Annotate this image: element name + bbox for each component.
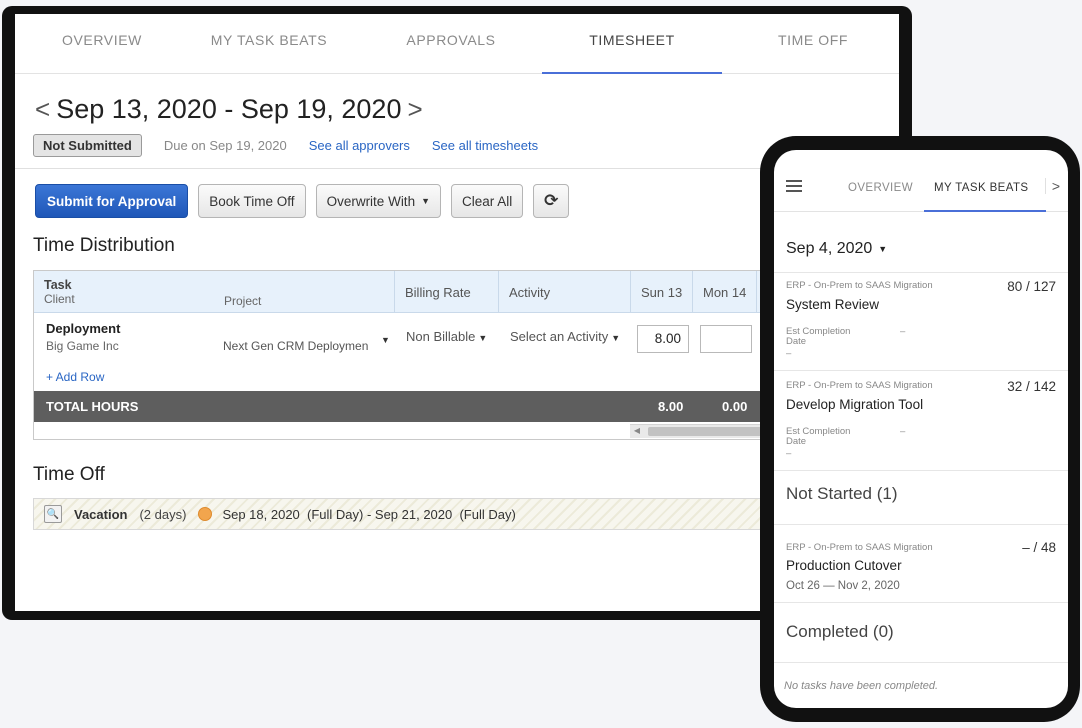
- caret-down-icon: ▼: [878, 243, 888, 254]
- task-3-count: – / 48: [1022, 540, 1056, 555]
- active-tab-indicator: [924, 210, 1046, 212]
- task-2-project: ERP - On-Prem to SAAS Migration: [786, 380, 933, 391]
- total-hours-label: TOTAL HOURS: [46, 399, 139, 414]
- project-dropdown[interactable]: Next Gen CRM Deploymen: [223, 339, 368, 353]
- chevron-right-icon[interactable]: >: [407, 94, 422, 125]
- toolbar: Submit for Approval Book Time Off Overwr…: [35, 184, 570, 218]
- caret-down-icon: ▼: [381, 335, 390, 345]
- refresh-button[interactable]: ⟳: [533, 184, 570, 218]
- header-project-label: Project: [224, 294, 262, 308]
- header-billing-rate: Billing Rate: [394, 271, 498, 313]
- time-distribution-title: Time Distribution: [33, 235, 175, 256]
- not-started-title: Not Started (1): [786, 484, 898, 503]
- header-task-client: Task Client: [34, 271, 214, 313]
- divider: [774, 602, 1068, 603]
- tab-overview[interactable]: OVERVIEW: [15, 14, 189, 74]
- date-range-title: Sep 13, 2020 - Sep 19, 2020: [56, 94, 402, 124]
- overwrite-with-label: Overwrite With: [326, 193, 416, 209]
- divider: [774, 662, 1068, 663]
- project-caret[interactable]: ▼: [378, 331, 390, 346]
- date-range-header: < Sep 13, 2020 - Sep 19, 2020 >: [35, 94, 423, 125]
- completed-empty-message: No tasks have been completed.: [784, 680, 939, 692]
- completed-title: Completed (0): [786, 622, 894, 641]
- time-off-type: Vacation: [74, 506, 128, 522]
- magnifier-icon[interactable]: 🔍: [44, 505, 62, 523]
- due-date: Due on Sep 19, 2020: [163, 138, 287, 153]
- chevron-right-icon[interactable]: >: [1044, 178, 1060, 194]
- total-sun: 8.00: [658, 399, 684, 414]
- task-1-est-value: –: [900, 326, 906, 337]
- activity-dropdown[interactable]: Select an Activity ▼: [510, 329, 620, 344]
- task-3-project: ERP - On-Prem to SAAS Migration: [786, 542, 933, 553]
- total-mon: 0.00: [722, 399, 748, 414]
- header-mon-14: Mon 14: [692, 271, 756, 313]
- activity-value: Select an Activity: [510, 329, 609, 344]
- tab-my-task-beats[interactable]: MY TASK BEATS: [179, 14, 359, 74]
- divider: [774, 524, 1068, 525]
- project-value: Next Gen CRM Deploymen: [223, 339, 369, 353]
- time-off-range: Sep 18, 2020 (Full Day) - Sep 21, 2020 (…: [222, 506, 516, 522]
- main-tabs: OVERVIEW MY TASK BEATS APPROVALS TIMESHE…: [15, 14, 899, 74]
- time-off-days: (2 days): [139, 506, 187, 522]
- refresh-icon: ⟳: [544, 191, 559, 210]
- divider: [774, 272, 1068, 273]
- sun-13-hours-input[interactable]: 8.00: [637, 325, 689, 353]
- time-off-title: Time Off: [33, 464, 105, 485]
- tab-time-off[interactable]: TIME OFF: [723, 14, 899, 74]
- task-2-est-value: –: [900, 426, 906, 437]
- task-2-count: 32 / 142: [1007, 379, 1056, 394]
- task-2-name[interactable]: Develop Migration Tool: [786, 397, 923, 412]
- add-row-link[interactable]: + Add Row: [46, 370, 104, 384]
- billing-rate-dropdown[interactable]: Non Billable ▼: [406, 329, 487, 344]
- status-row: Not Submitted Due on Sep 19, 2020 See al…: [33, 134, 538, 157]
- tab-approvals[interactable]: APPROVALS: [361, 14, 541, 74]
- mon-14-hours-input[interactable]: [700, 325, 752, 353]
- billing-rate-value: Non Billable: [406, 329, 476, 344]
- phone-frame: OVERVIEW MY TASK BEATS > Sep 4, 2020 ▼ ER…: [760, 136, 1080, 722]
- header-project: Project: [214, 271, 394, 313]
- see-all-timesheets-link[interactable]: See all timesheets: [432, 138, 538, 153]
- phone-tabs: OVERVIEW MY TASK BEATS >: [774, 150, 1068, 212]
- task-3-name[interactable]: Production Cutover: [786, 558, 902, 573]
- row-client: Big Game Inc: [46, 339, 119, 353]
- header-task: Task: [44, 278, 72, 292]
- phone-date-picker[interactable]: Sep 4, 2020 ▼: [786, 240, 887, 258]
- phone-tab-overview[interactable]: OVERVIEW: [848, 182, 913, 194]
- task-3-dates: Oct 26 — Nov 2, 2020: [786, 580, 900, 592]
- see-all-approvers-link[interactable]: See all approvers: [309, 138, 410, 153]
- phone-date: Sep 4, 2020: [786, 240, 873, 257]
- divider: [774, 470, 1068, 471]
- header-sun-13: Sun 13: [630, 271, 692, 313]
- header-activity: Activity: [498, 271, 630, 313]
- task-1-count: 80 / 127: [1007, 279, 1056, 294]
- task-1-project: ERP - On-Prem to SAAS Migration: [786, 280, 933, 291]
- status-dot-icon: [198, 507, 213, 521]
- task-1-est-label2: Date: [786, 336, 807, 347]
- row-task: Deployment: [46, 321, 121, 336]
- hamburger-menu-icon[interactable]: [786, 180, 802, 195]
- submit-for-approval-button[interactable]: Submit for Approval: [35, 184, 189, 218]
- status-badge: Not Submitted: [33, 134, 142, 157]
- overwrite-with-dropdown[interactable]: Overwrite With ▼: [315, 184, 441, 218]
- book-time-off-button[interactable]: Book Time Off: [198, 184, 306, 218]
- task-1-name[interactable]: System Review: [786, 297, 879, 312]
- tab-timesheet[interactable]: TIMESHEET: [542, 14, 722, 74]
- caret-down-icon: ▼: [611, 333, 621, 343]
- task-1-est-value2: –: [786, 348, 792, 359]
- clear-all-button[interactable]: Clear All: [451, 184, 524, 218]
- header-client: Client: [44, 292, 75, 306]
- task-2-est-value2: –: [786, 448, 792, 459]
- phone-tab-my-task-beats[interactable]: MY TASK BEATS: [934, 182, 1028, 194]
- scroll-left-icon[interactable]: ◀: [630, 424, 644, 438]
- phone-screen: OVERVIEW MY TASK BEATS > Sep 4, 2020 ▼ ER…: [774, 150, 1068, 708]
- chevron-left-icon[interactable]: <: [35, 94, 50, 125]
- caret-down-icon: ▼: [421, 196, 430, 206]
- task-2-est-label2: Date: [786, 436, 807, 447]
- caret-down-icon: ▼: [478, 333, 488, 343]
- divider: [774, 370, 1068, 371]
